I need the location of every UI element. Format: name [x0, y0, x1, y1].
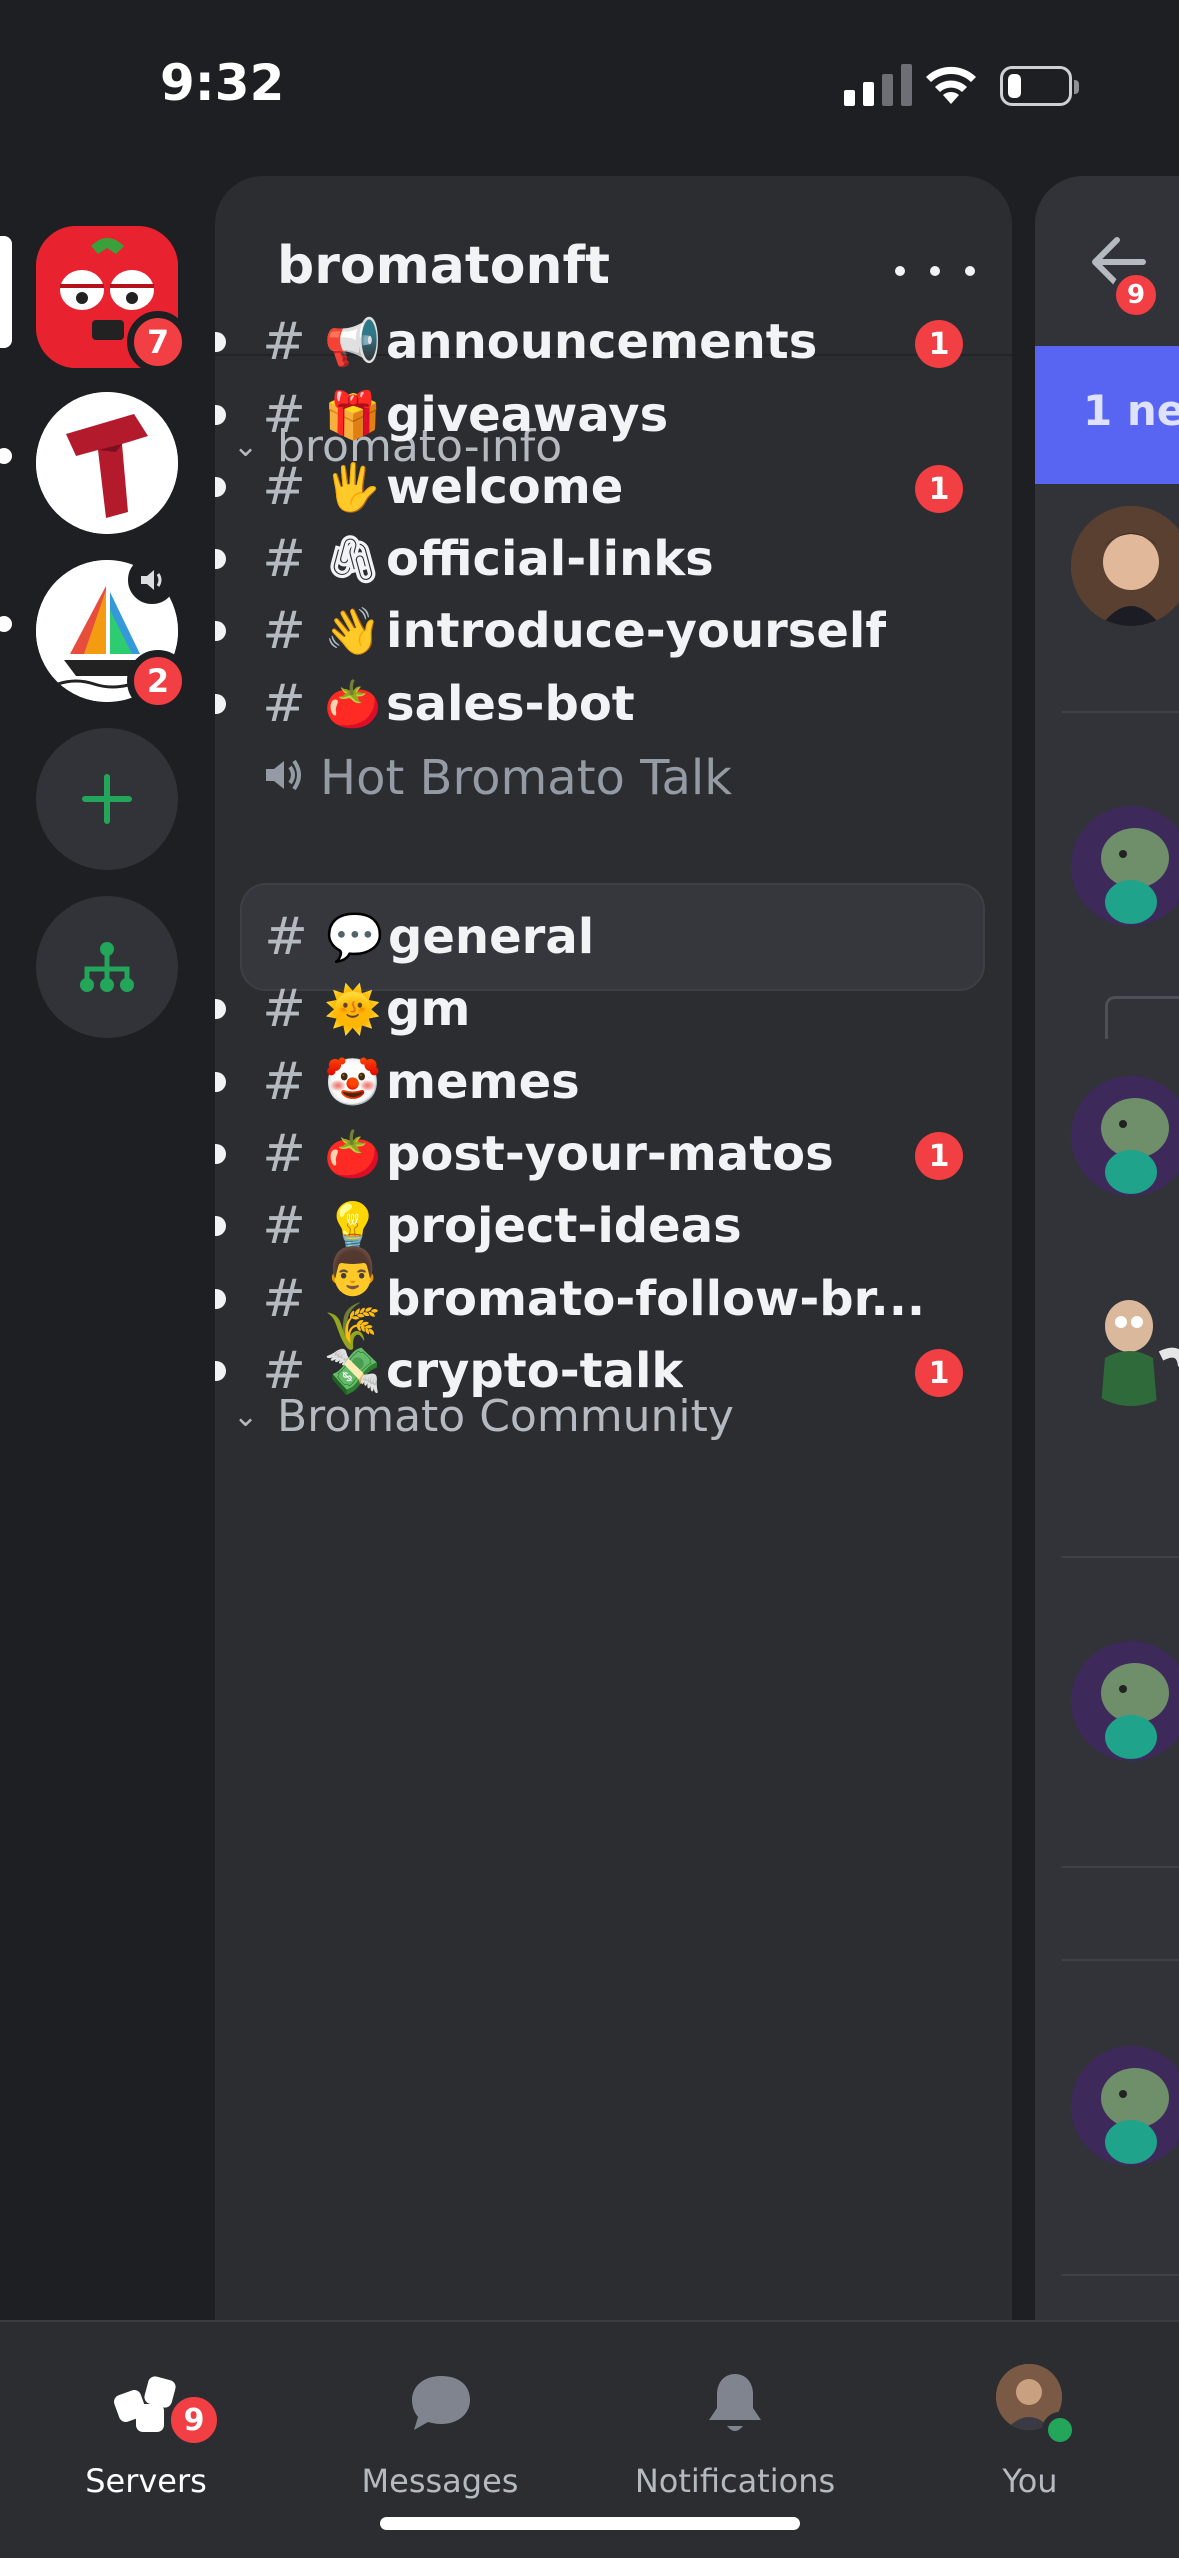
voice-activity-icon	[128, 556, 176, 604]
back-badge: 9	[1111, 270, 1161, 320]
unread-indicator	[215, 1144, 226, 1164]
chat-panel-peek[interactable]: 9 1 new	[1035, 176, 1179, 2326]
message-avatar[interactable]	[1071, 1286, 1179, 1406]
unread-indicator	[215, 694, 226, 714]
unread-indicator	[215, 405, 226, 425]
guild-name: bromatonft	[277, 236, 610, 296]
channel-voice[interactable]: Hot Bromato Talk	[240, 724, 985, 832]
reply-connector	[1105, 996, 1179, 1039]
unread-indicator	[215, 621, 226, 641]
bell-icon	[709, 2374, 761, 2431]
selected-server-indicator	[0, 236, 12, 348]
hub-icon	[80, 942, 134, 992]
tab-messages[interactable]: Messages	[310, 2352, 570, 2502]
server-rail: 7 2	[0, 170, 215, 2320]
tab-label: Notifications	[634, 2462, 836, 2500]
unread-indicator	[215, 1361, 226, 1381]
message-avatar[interactable]	[1071, 1076, 1179, 1196]
mention-badge: 1	[915, 1349, 963, 1397]
discover-servers-button[interactable]	[36, 896, 178, 1038]
message-avatar[interactable]	[1071, 806, 1179, 926]
channel-text[interactable]: # 💸 crypto-talk 1	[215, 1317, 985, 1425]
home-indicator	[380, 2517, 800, 2530]
message-avatar[interactable]	[1071, 2046, 1179, 2166]
message-divider	[1061, 1556, 1179, 1558]
tab-label: Servers	[85, 2462, 207, 2500]
tab-notifications[interactable]: Notifications	[605, 2352, 865, 2502]
tab-badge: 9	[166, 2392, 222, 2448]
new-messages-banner[interactable]: 1 new	[1035, 346, 1179, 484]
message-divider	[1061, 711, 1179, 713]
online-status-indicator	[1042, 2412, 1078, 2448]
new-messages-label: 1 new	[1083, 386, 1179, 435]
speaker-icon	[248, 748, 320, 808]
message-divider	[1061, 1866, 1179, 1868]
add-server-button[interactable]	[36, 728, 178, 870]
server-bromato[interactable]: 7	[36, 226, 189, 373]
unread-indicator	[215, 549, 226, 569]
plus-icon	[82, 774, 132, 824]
server-red-t[interactable]	[36, 392, 178, 534]
cellular-signal-icon	[844, 62, 912, 106]
channel-name: Hot Bromato Talk	[320, 750, 733, 806]
unread-indicator	[215, 1072, 226, 1092]
unread-indicator	[215, 477, 226, 497]
server-badge: 7	[127, 311, 189, 373]
wifi-icon	[926, 66, 976, 104]
battery-icon	[1000, 66, 1079, 106]
channel-name: crypto-talk	[386, 1343, 684, 1399]
chat-bubble-icon	[412, 2376, 470, 2430]
hash-icon: #	[262, 1341, 306, 1401]
message-divider	[1061, 1959, 1179, 1961]
unread-indicator	[215, 1289, 226, 1309]
message-avatar[interactable]	[1071, 506, 1179, 626]
status-time: 9:32	[160, 54, 285, 112]
channel-emoji: 💸	[324, 1343, 382, 1398]
server-sailboat[interactable]: 2	[36, 556, 189, 712]
message-avatar[interactable]	[1071, 1641, 1179, 1761]
server-unread-dot	[0, 616, 12, 632]
tab-label: Messages	[361, 2462, 519, 2500]
tab-servers[interactable]: 9 Servers	[16, 2352, 276, 2502]
red-t-logo-icon	[36, 392, 178, 534]
unread-indicator	[215, 999, 226, 1019]
unread-indicator	[215, 1216, 226, 1236]
server-badge: 2	[127, 650, 189, 712]
tab-you[interactable]: You	[900, 2352, 1160, 2502]
status-bar: 9:32	[0, 0, 1179, 170]
message-divider	[1061, 2274, 1179, 2276]
channel-panel: bromatonft ⌄ bromato-info ⌄ Bromato Comm…	[215, 176, 1012, 2326]
server-unread-dot	[0, 448, 12, 464]
tab-label: You	[1002, 2462, 1058, 2500]
